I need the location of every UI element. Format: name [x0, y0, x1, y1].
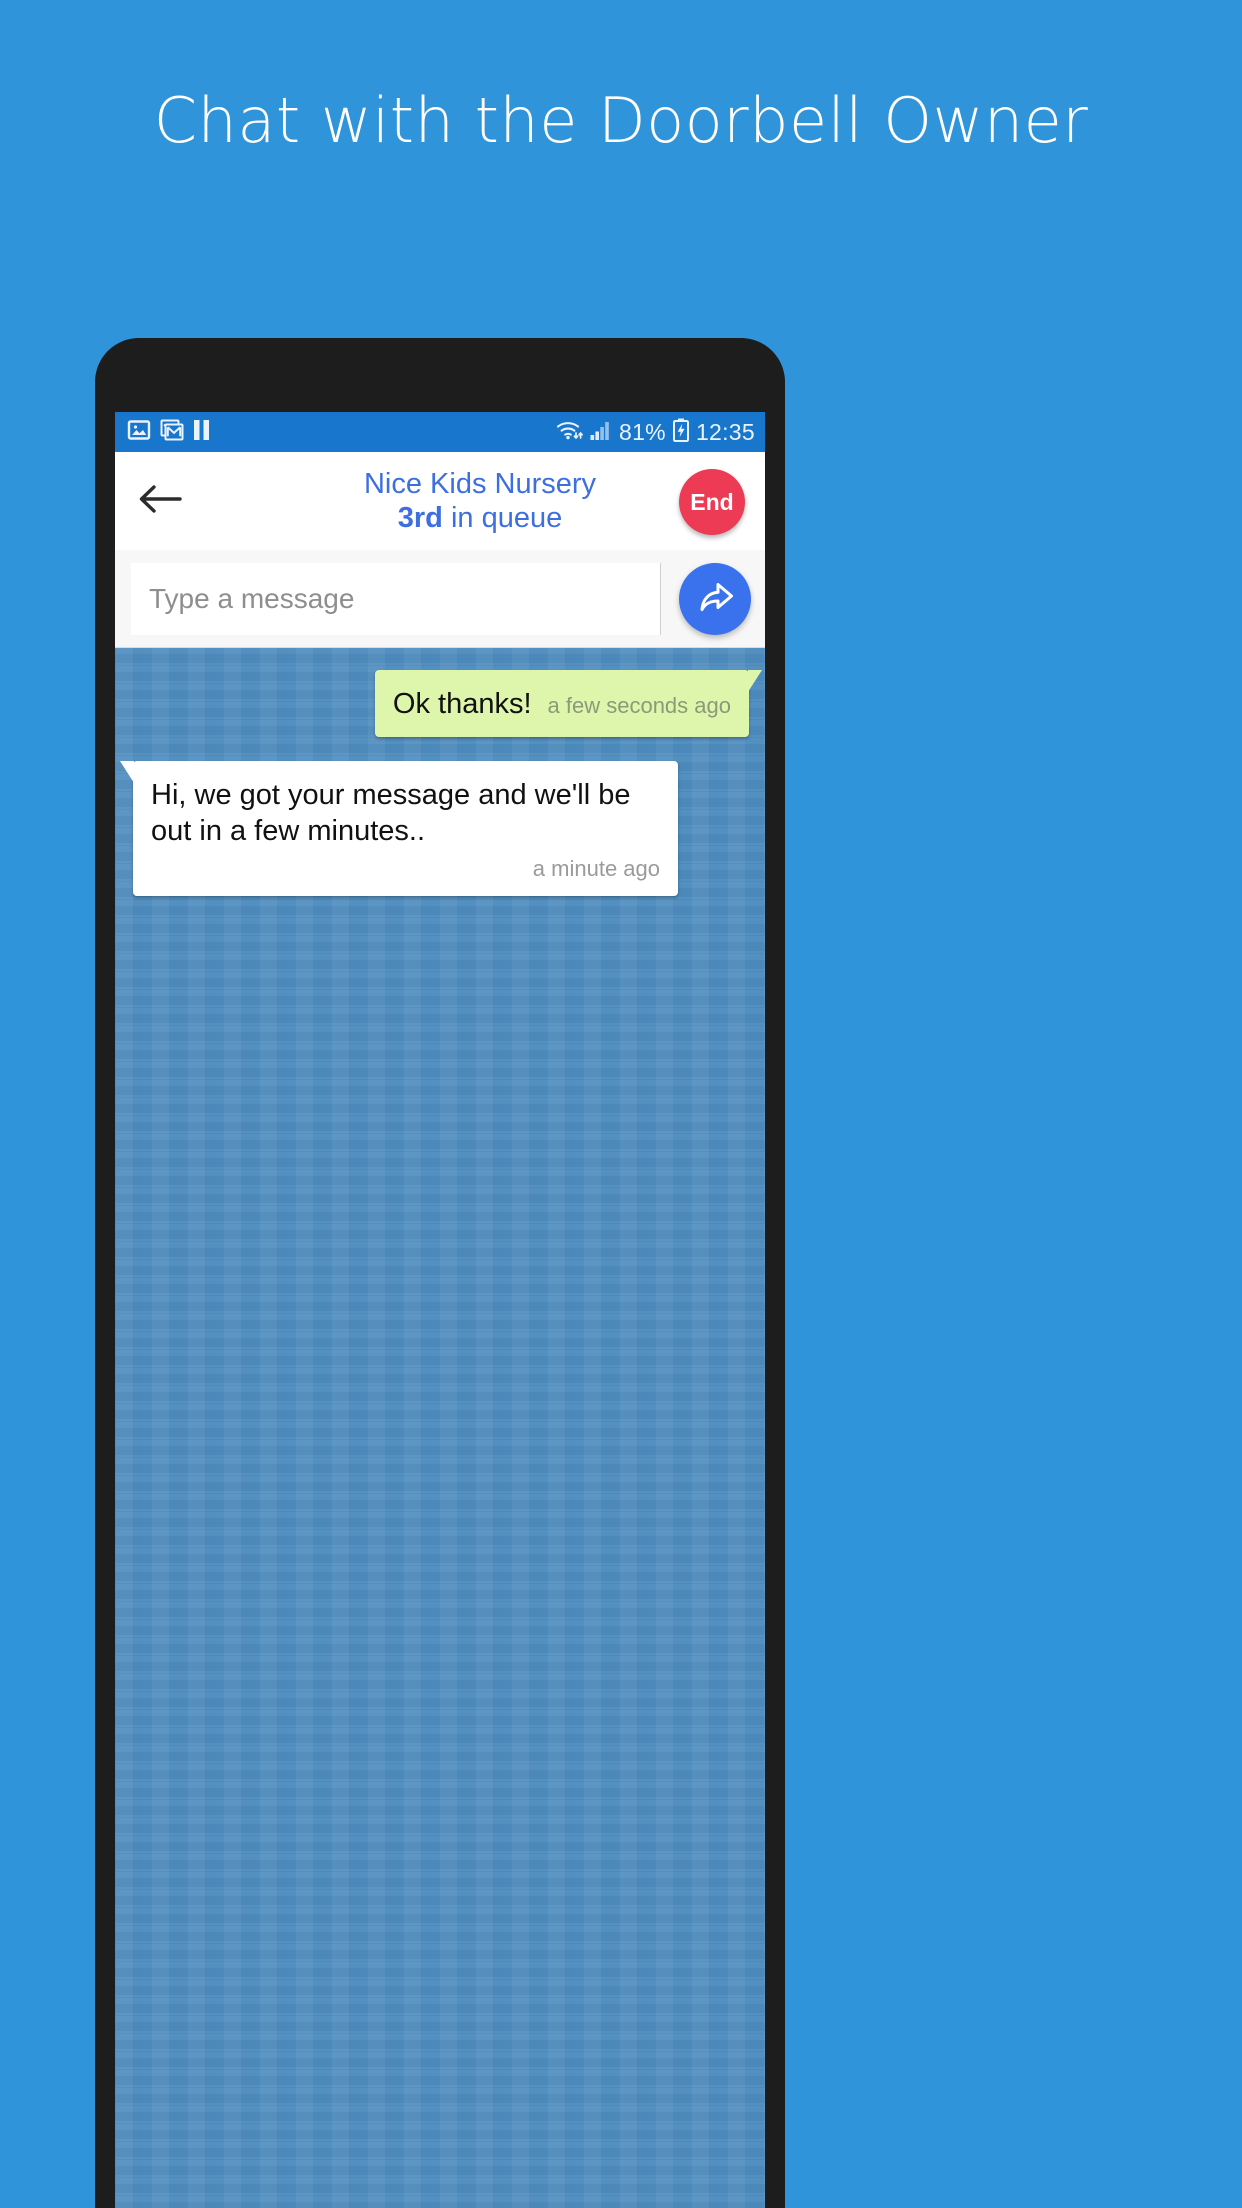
cellular-signal-icon: [590, 419, 612, 446]
status-bar-system: 81% 12:35: [556, 418, 755, 447]
wifi-icon: [556, 419, 583, 446]
message-bubble[interactable]: Ok thanks! a few seconds ago: [374, 670, 763, 737]
send-forward-arrow-icon: [693, 574, 737, 623]
message-row-incoming: Hi, we got your message and we'll be out…: [115, 760, 765, 896]
app-bar: Nice Kids Nursery 3rd in queue End: [115, 452, 765, 550]
phone-device-mockup: 81% 12:35 Nice Kids Nursery 3rd in queue…: [95, 338, 785, 2208]
message-text: Hi, we got your message and we'll be out…: [151, 778, 631, 848]
battery-percent-label: 81%: [619, 418, 666, 445]
phone-screen: 81% 12:35 Nice Kids Nursery 3rd in queue…: [115, 412, 765, 2208]
send-button[interactable]: [679, 562, 751, 635]
page-title: Chat with the Doorbell Owner: [153, 84, 1089, 157]
status-bar-notifications: [127, 418, 210, 447]
battery-charging-icon: [672, 418, 689, 447]
message-text: Ok thanks!: [392, 688, 532, 720]
back-button[interactable]: [115, 452, 205, 550]
end-call-button[interactable]: End: [679, 469, 745, 535]
message-timestamp: a few seconds ago: [547, 693, 731, 718]
gmail-icon: [160, 418, 184, 447]
back-arrow-icon: [138, 483, 182, 520]
message-composer: [115, 550, 765, 648]
message-row-outgoing: Ok thanks! a few seconds ago: [115, 670, 765, 737]
pause-icon: [193, 419, 210, 446]
android-status-bar: 81% 12:35: [115, 412, 765, 452]
clock-label: 12:35: [695, 418, 755, 445]
chat-message-list[interactable]: Ok thanks! a few seconds ago Hi, we got …: [115, 648, 765, 2208]
message-bubble[interactable]: Hi, we got your message and we'll be out…: [120, 760, 678, 896]
message-timestamp: a minute ago: [532, 855, 660, 881]
queue-rank: 3rd: [397, 502, 443, 534]
queue-suffix: in queue: [442, 502, 563, 534]
message-input[interactable]: [131, 562, 661, 635]
image-icon: [127, 418, 151, 447]
